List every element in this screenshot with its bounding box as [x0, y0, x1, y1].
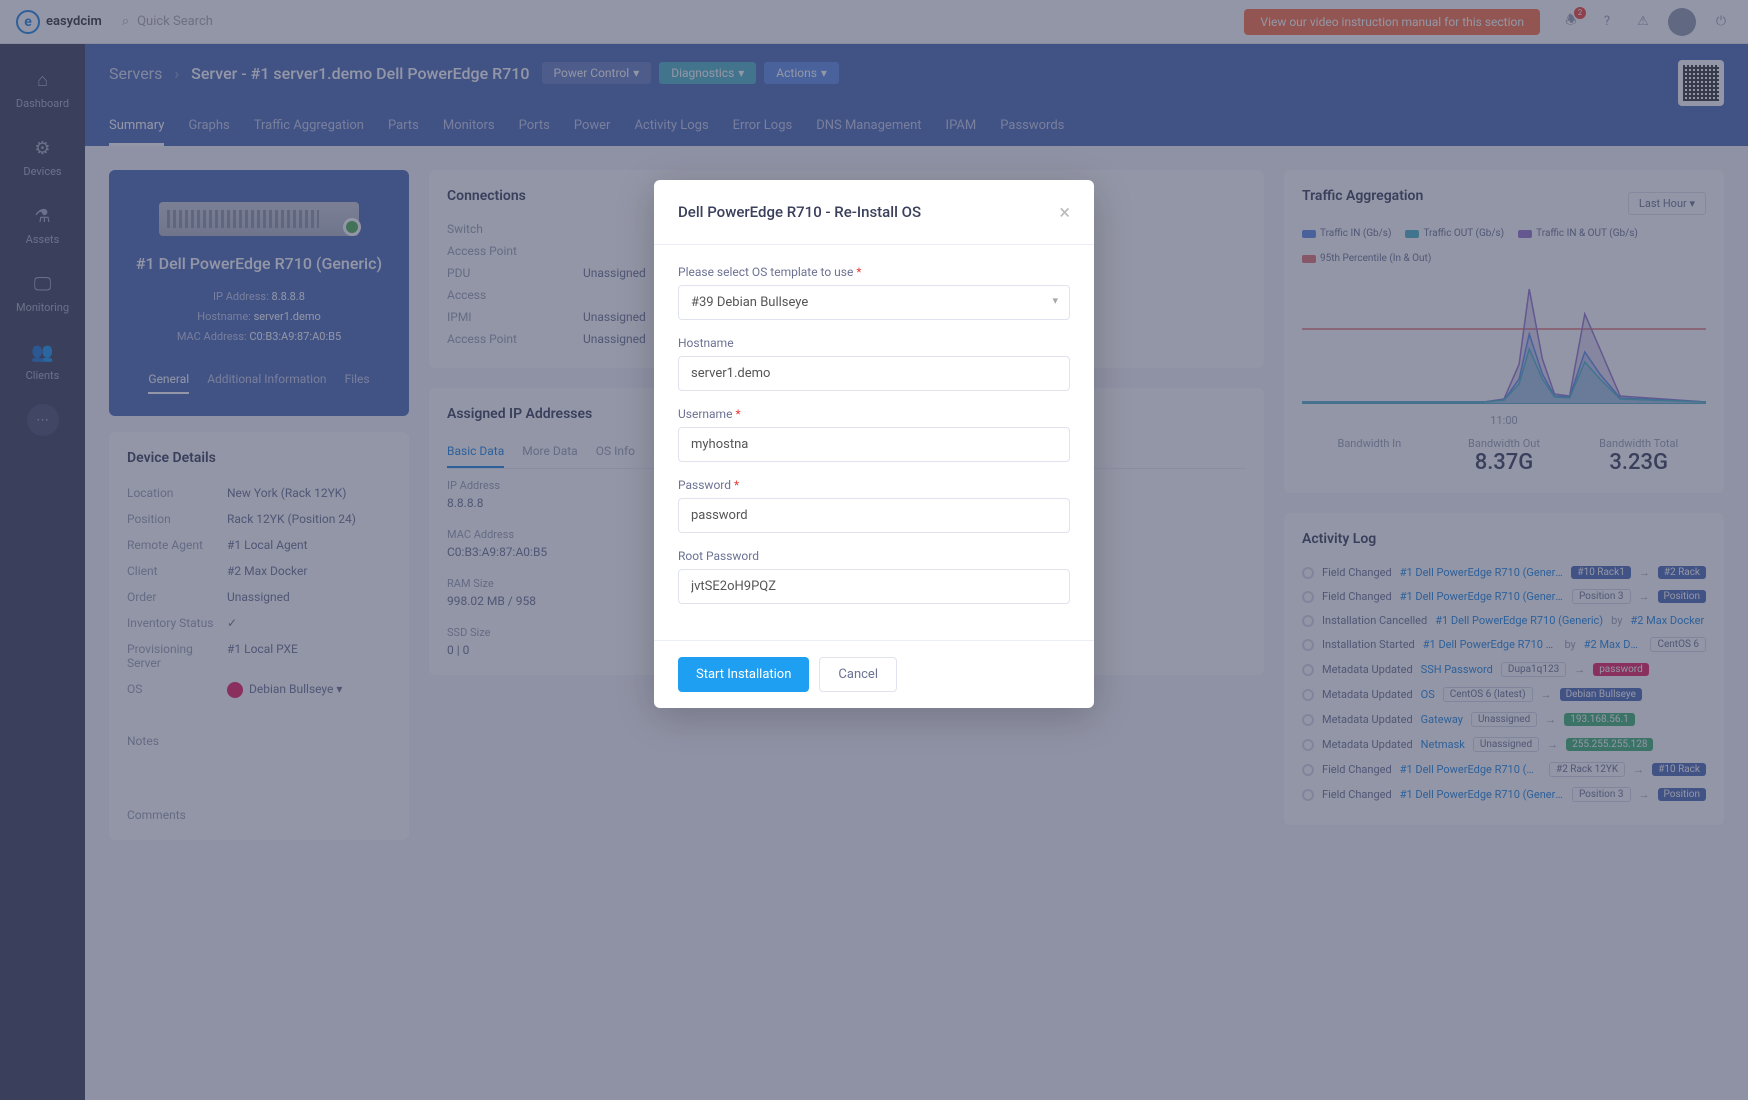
- password-field[interactable]: [678, 498, 1070, 533]
- reinstall-os-modal: Dell PowerEdge R710 - Re-Install OS × Pl…: [654, 180, 1094, 708]
- root-password-field[interactable]: [678, 569, 1070, 604]
- hostname-label: Hostname: [678, 336, 1070, 350]
- root-password-label: Root Password: [678, 549, 1070, 563]
- username-label: Username *: [678, 407, 1070, 421]
- hostname-field[interactable]: [678, 356, 1070, 391]
- os-template-label: Please select OS template to use *: [678, 265, 1070, 279]
- username-field[interactable]: [678, 427, 1070, 462]
- close-icon[interactable]: ×: [1059, 200, 1070, 224]
- modal-overlay: Dell PowerEdge R710 - Re-Install OS × Pl…: [0, 0, 1748, 1100]
- password-label: Password *: [678, 478, 1070, 492]
- os-template-select[interactable]: #39 Debian Bullseye: [678, 285, 1070, 320]
- cancel-button[interactable]: Cancel: [819, 657, 897, 692]
- start-installation-button[interactable]: Start Installation: [678, 657, 809, 692]
- modal-title: Dell PowerEdge R710 - Re-Install OS: [678, 203, 921, 221]
